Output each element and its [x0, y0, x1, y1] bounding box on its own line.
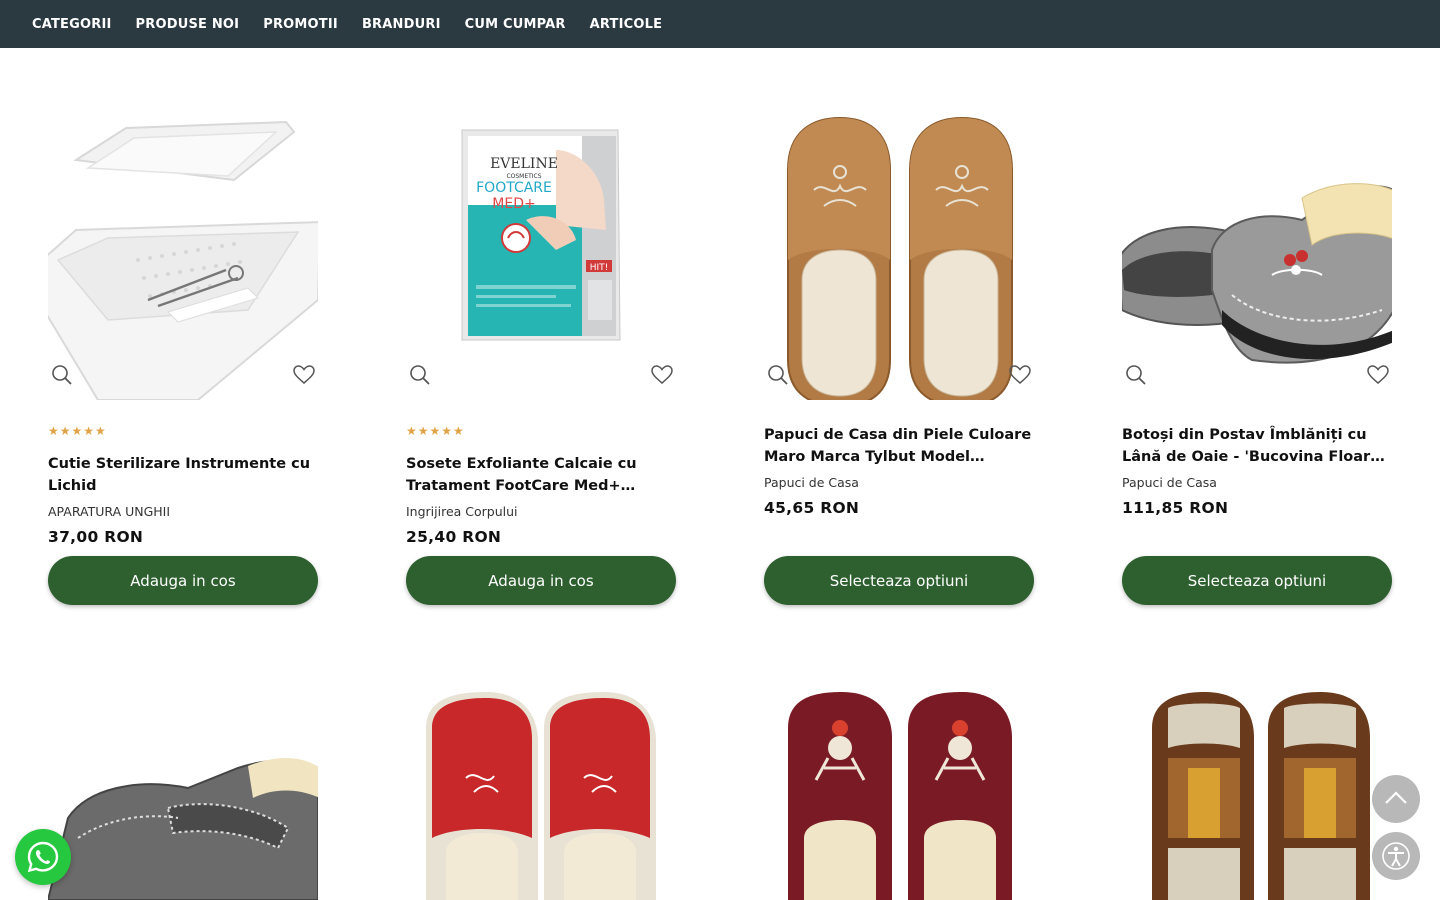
nav-item-promotii[interactable]: PROMOTII: [263, 17, 338, 32]
product-image[interactable]: [48, 688, 318, 900]
add-to-cart-button[interactable]: Adauga in cos: [48, 556, 318, 605]
felt-boots-image: [1122, 183, 1392, 364]
leather-slippers-image: [787, 116, 1013, 400]
whatsapp-icon: [27, 841, 59, 873]
brown-open-slippers-image: [1152, 692, 1370, 900]
heart-icon[interactable]: [650, 363, 674, 387]
product-image[interactable]: [764, 688, 1034, 900]
package-badge-text: HIT!: [590, 263, 609, 273]
select-options-button[interactable]: Selecteaza optiuni: [1122, 556, 1392, 605]
product-image[interactable]: [1122, 688, 1392, 900]
product-image[interactable]: EVELINE COSMETICS FOOTCARE MED+ HIT!: [406, 110, 676, 400]
nav-item-cum-cumpar[interactable]: CUM CUMPAR: [465, 17, 566, 32]
product-category[interactable]: Ingrijirea Corpului: [406, 504, 518, 519]
search-icon[interactable]: [408, 363, 432, 387]
package-brand-text: EVELINE: [490, 156, 558, 172]
product-title[interactable]: Cutie Sterilizare Instrumente cu Lichid: [48, 453, 320, 497]
search-icon[interactable]: [50, 363, 74, 387]
package-product-line-2-text: MED+: [492, 196, 535, 212]
scroll-to-top-button[interactable]: [1372, 775, 1420, 823]
search-icon[interactable]: [1124, 363, 1148, 387]
heart-icon[interactable]: [292, 363, 316, 387]
top-navigation: CATEGORII PRODUSE NOI PROMOTII BRANDURI …: [0, 0, 1440, 48]
rating-stars: ★★★★★: [406, 424, 465, 438]
sterilization-box-image: [48, 120, 318, 400]
heart-icon[interactable]: [1008, 363, 1032, 387]
product-title[interactable]: Sosete Exfoliante Calcaie cu Tratament F…: [406, 453, 678, 497]
nav-item-categorii[interactable]: CATEGORII: [32, 17, 112, 32]
foot-mask-package-image: EVELINE COSMETICS FOOTCARE MED+ HIT!: [461, 129, 621, 341]
burgundy-slippers-image: [788, 692, 1012, 900]
product-price: 111,85 RON: [1122, 499, 1229, 517]
product-price: 37,00 RON: [48, 528, 144, 546]
whatsapp-button[interactable]: [15, 829, 71, 885]
product-category[interactable]: Papuci de Casa: [1122, 475, 1217, 490]
accessibility-button[interactable]: [1372, 832, 1420, 880]
nav-item-branduri[interactable]: BRANDURI: [362, 17, 441, 32]
accessibility-icon: [1382, 842, 1410, 870]
product-image[interactable]: [764, 110, 1034, 400]
package-brand-sub-text: COSMETICS: [506, 173, 541, 180]
red-slippers-image: [426, 692, 656, 900]
product-category[interactable]: APARATURA UNGHII: [48, 504, 170, 519]
product-price: 45,65 RON: [764, 499, 860, 517]
product-image[interactable]: [1122, 110, 1392, 400]
product-category[interactable]: Papuci de Casa: [764, 475, 859, 490]
package-product-line-1-text: FOOTCARE: [476, 180, 552, 196]
product-price: 25,40 RON: [406, 528, 502, 546]
nav-item-articole[interactable]: ARTICOLE: [590, 17, 663, 32]
heart-icon[interactable]: [1366, 363, 1390, 387]
add-to-cart-button[interactable]: Adauga in cos: [406, 556, 676, 605]
gray-felt-boots-image: [48, 757, 318, 900]
nav-item-produse-noi[interactable]: PRODUSE NOI: [136, 17, 240, 32]
product-title[interactable]: Botoși din Postav Îmblăniți cu Lână de O…: [1122, 424, 1394, 468]
search-icon[interactable]: [766, 363, 790, 387]
product-title[interactable]: Papuci de Casa din Piele Culoare Maro Ma…: [764, 424, 1036, 468]
rating-stars: ★★★★★: [48, 424, 107, 438]
product-image[interactable]: [48, 110, 318, 400]
chevron-up-icon: [1385, 791, 1407, 804]
select-options-button[interactable]: Selecteaza optiuni: [764, 556, 1034, 605]
product-image[interactable]: [406, 688, 676, 900]
